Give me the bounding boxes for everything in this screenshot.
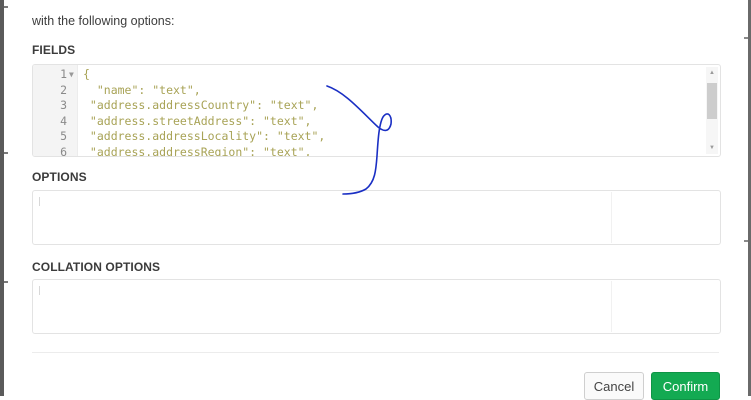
scroll-down-arrow-icon[interactable]: ▼ [709, 145, 715, 151]
editor-cursor [39, 197, 40, 206]
fold-arrow-icon[interactable]: ▼ [69, 67, 74, 83]
collation-options-label: COLLATION OPTIONS [32, 260, 161, 274]
line-number: 1 [60, 67, 67, 81]
editor-scrollbar[interactable]: ▲ ▼ [706, 67, 718, 154]
line-number: 3 [60, 98, 67, 113]
code-text: "address.addressLocality": "text", [83, 129, 326, 144]
frame-edge-mark [4, 6, 8, 8]
intro-text: with the following options: [32, 14, 175, 28]
code-text: "address.addressRegion": "text", [83, 144, 312, 157]
code-text: "address.addressCountry": "text", [83, 98, 319, 113]
fields-label: FIELDS [32, 43, 76, 57]
scroll-up-arrow-icon[interactable]: ▲ [709, 70, 715, 76]
code-text: "address.streetAddress": "text", [83, 113, 312, 128]
editor-divider [611, 281, 612, 332]
code-text: { [83, 67, 90, 81]
frame-edge-mark [744, 37, 748, 39]
frame-edge-mark [744, 240, 748, 242]
line-number: 5 [60, 129, 67, 144]
options-label: OPTIONS [32, 170, 87, 184]
options-editor[interactable] [32, 190, 721, 245]
footer-divider [32, 352, 719, 353]
editor-cursor [39, 286, 40, 295]
line-number: 4 [60, 113, 67, 128]
code-text: "name": "text", [83, 82, 201, 97]
code-line[interactable]: 4 "address.streetAddress": "text", [33, 114, 720, 130]
code-line[interactable]: 2 "name": "text", [33, 83, 720, 99]
window-frame-left [0, 0, 4, 396]
frame-edge-mark [4, 152, 8, 154]
editor-divider [611, 192, 612, 243]
line-number: 2 [60, 82, 67, 97]
line-number: 6 [60, 144, 67, 157]
frame-edge-mark [4, 281, 8, 283]
code-line[interactable]: 3 "address.addressCountry": "text", [33, 98, 720, 114]
code-line[interactable]: 1 ▼ { [33, 67, 720, 83]
collation-options-editor[interactable] [32, 279, 721, 334]
code-line[interactable]: 6 "address.addressRegion": "text", [33, 144, 720, 157]
code-lines[interactable]: 1 ▼{2 "name": "text", 3 "address.addressCo… [33, 67, 720, 157]
scrollbar-thumb[interactable] [707, 83, 717, 119]
fields-code-editor[interactable]: 1 ▼{2 "name": "text", 3 "address.addressCo… [32, 64, 721, 157]
code-line[interactable]: 5 "address.addressLocality": "text", [33, 129, 720, 145]
